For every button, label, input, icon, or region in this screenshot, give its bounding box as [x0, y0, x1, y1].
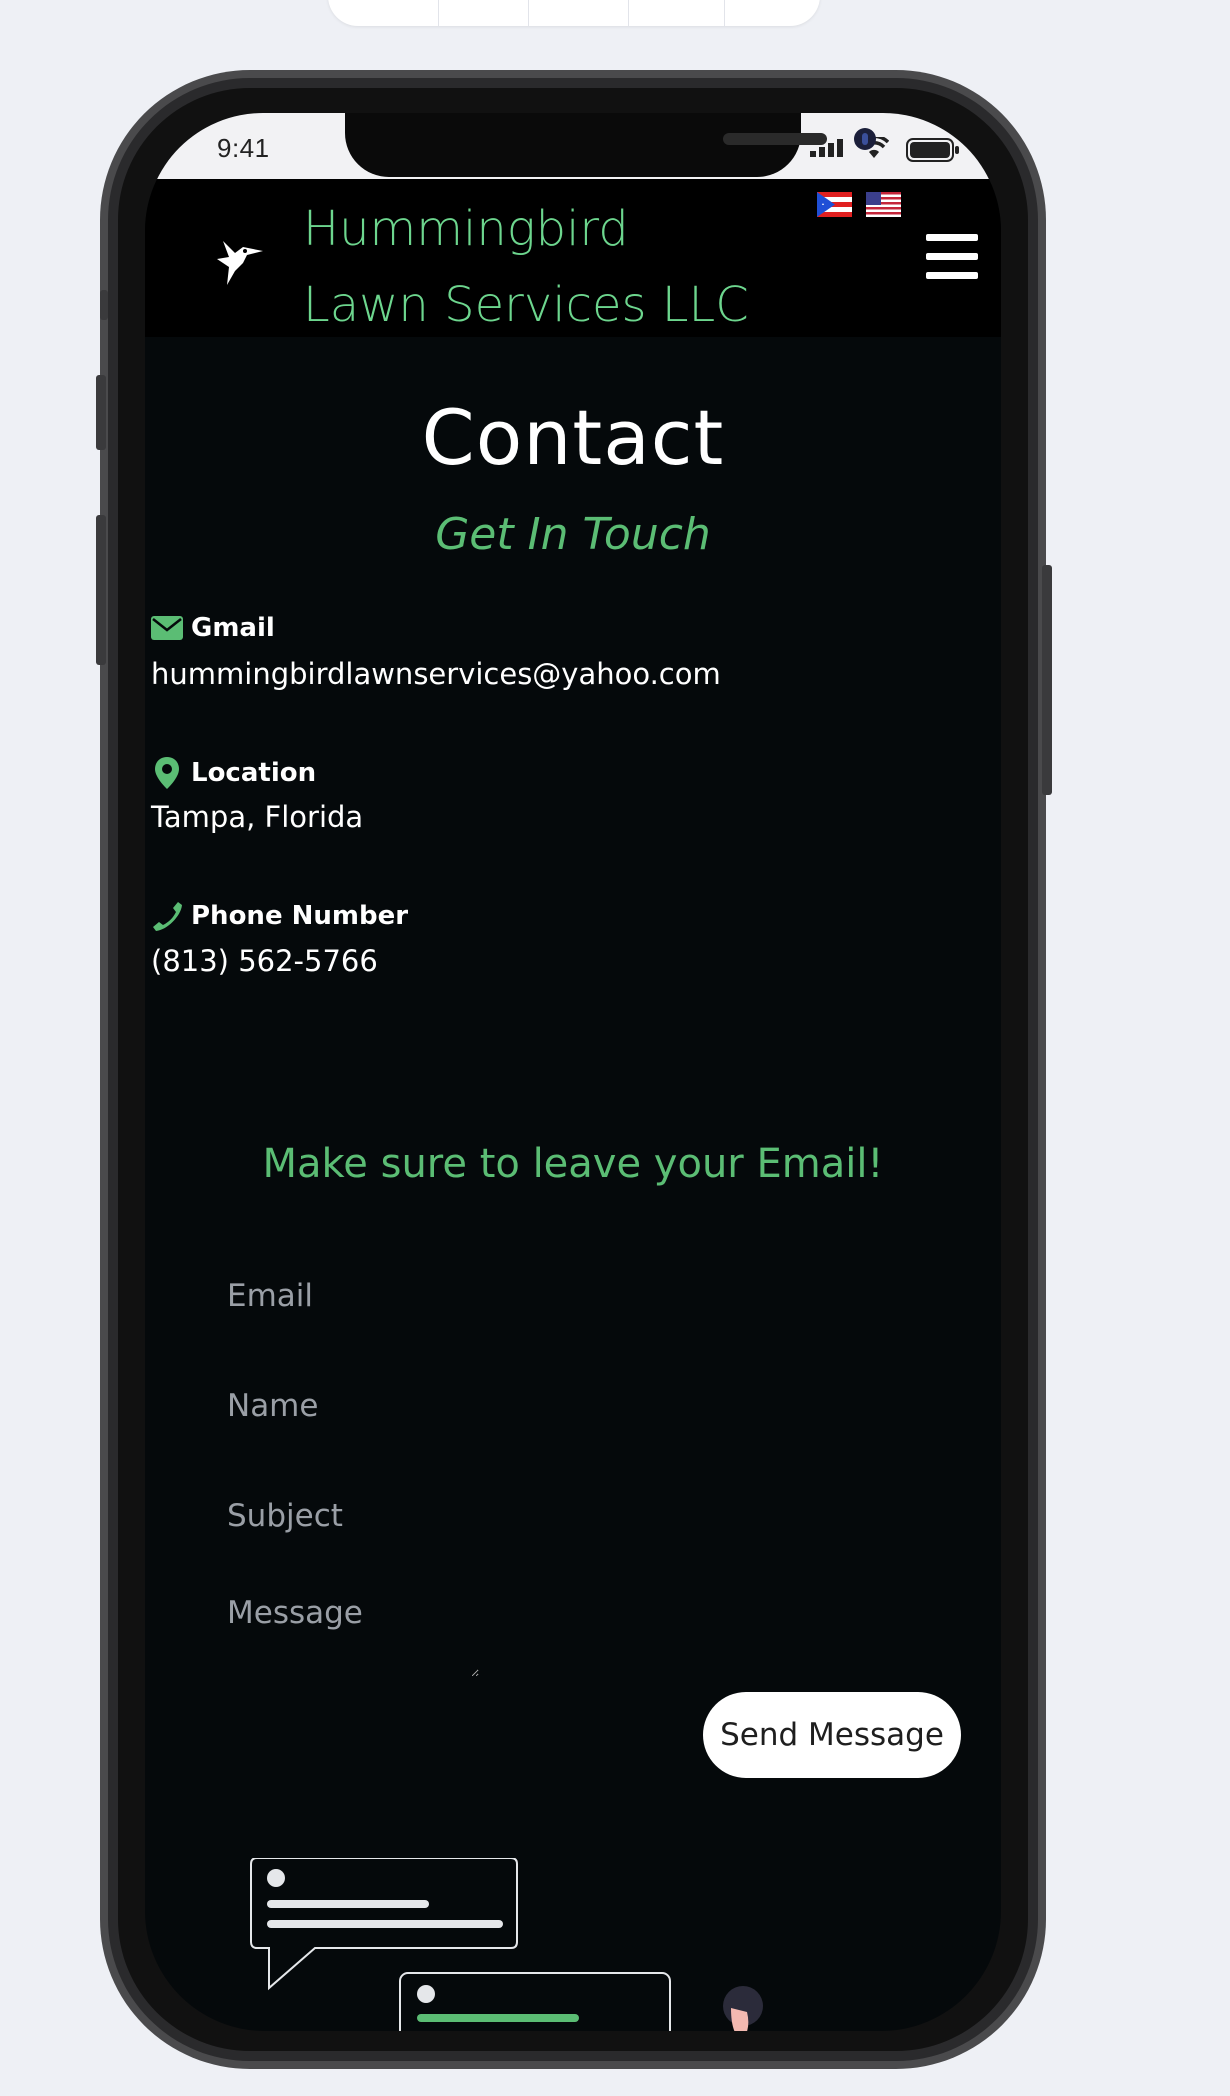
brand-line-1: Hummingbird — [303, 201, 629, 257]
message-field[interactable] — [225, 1593, 479, 1677]
battery-icon — [906, 138, 959, 162]
contact-label: Phone Number — [191, 901, 409, 931]
hummingbird-logo-icon[interactable] — [213, 237, 265, 287]
site-header: Hummingbird Lawn Services LLC — [145, 179, 1001, 337]
contact-label: Location — [191, 758, 317, 788]
phone-volume-up — [96, 375, 106, 450]
contact-location: Location Tampa, Florida — [151, 756, 951, 834]
name-field[interactable] — [225, 1375, 769, 1437]
map-pin-icon — [155, 757, 179, 789]
earpiece-speaker — [723, 133, 827, 145]
toolbar-divider — [528, 0, 529, 26]
phone-icon — [153, 902, 182, 931]
phone-power-button — [1042, 565, 1052, 795]
device-toolbar — [328, 0, 820, 26]
chat-illustration — [250, 1858, 763, 2031]
page-title: Contact — [421, 393, 725, 482]
subject-field[interactable] — [225, 1485, 769, 1547]
status-time: 9:41 — [217, 133, 270, 163]
envelope-icon — [151, 616, 183, 640]
puerto-rico-flag-icon[interactable] — [817, 192, 852, 217]
page-subtitle: Get In Touch — [435, 509, 711, 560]
contact-phone-value[interactable]: (813) 562-5766 — [151, 944, 951, 978]
front-camera — [854, 128, 876, 150]
brand-line-2: Lawn Services LLC — [303, 277, 749, 333]
send-message-button[interactable]: Send Message — [703, 1692, 961, 1778]
contact-phone: Phone Number (813) 562-5766 — [151, 900, 951, 978]
email-field[interactable] — [225, 1265, 769, 1327]
contact-gmail: Gmail hummingbirdlawnservices@yahoo.com — [151, 613, 951, 691]
toolbar-divider — [628, 0, 629, 26]
phone-silent-switch — [100, 290, 108, 320]
phone-notch — [345, 113, 876, 177]
phone-volume-down — [96, 515, 106, 665]
form-reminder-heading: Make sure to leave your Email! — [262, 1141, 884, 1187]
contact-label: Gmail — [191, 613, 275, 643]
hamburger-menu-icon[interactable] — [926, 234, 978, 280]
contact-email-value[interactable]: hummingbirdlawnservices@yahoo.com — [151, 657, 951, 691]
us-flag-icon[interactable] — [866, 192, 901, 217]
toolbar-divider — [438, 0, 439, 26]
status-bar: 9:41 — [145, 113, 1001, 179]
phone-screen: 9:41 Hummingbird Lawn Services LLC Conta… — [145, 113, 1001, 2031]
brand-name[interactable]: Hummingbird Lawn Services LLC — [303, 191, 773, 343]
toolbar-divider — [724, 0, 725, 26]
contact-location-value: Tampa, Florida — [151, 800, 364, 834]
